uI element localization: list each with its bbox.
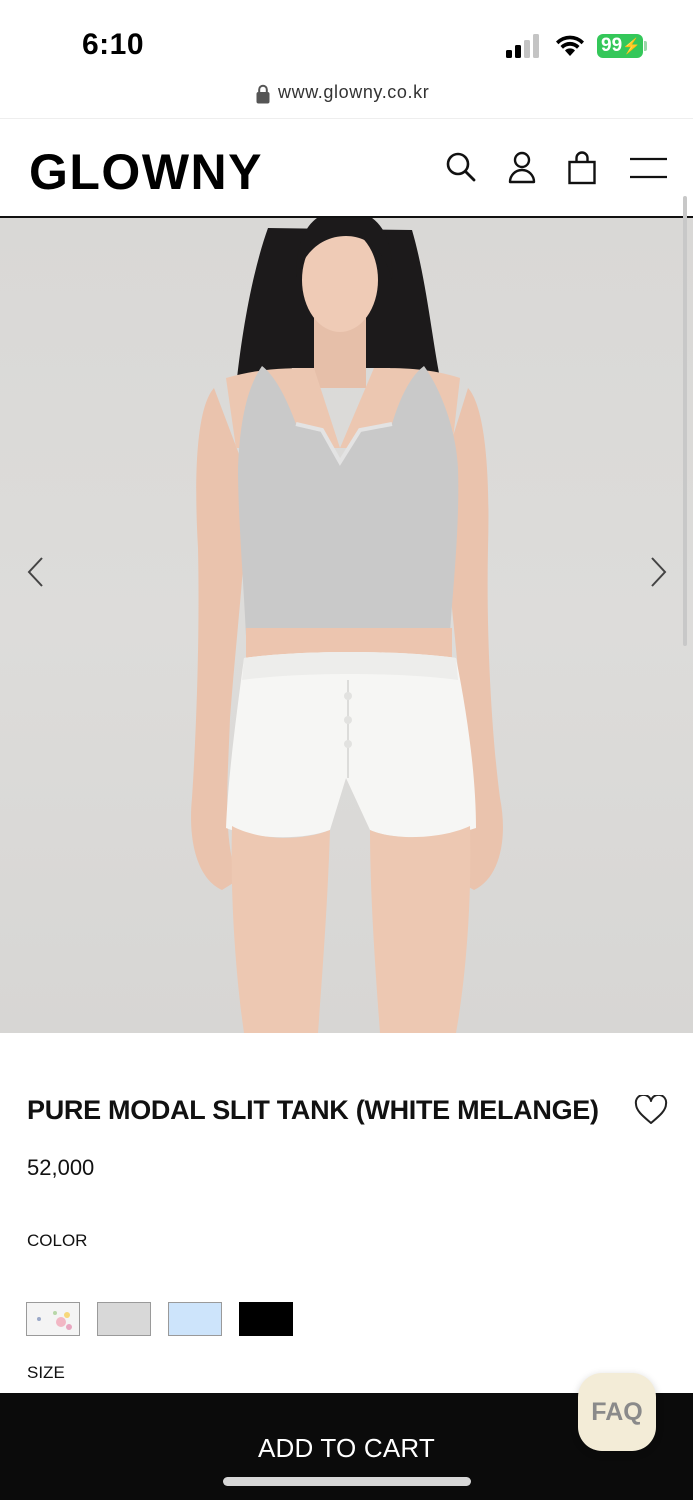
battery-level: 99 xyxy=(601,35,623,56)
chevron-left-icon[interactable] xyxy=(22,555,52,589)
color-label: COLOR xyxy=(27,1231,88,1250)
battery-indicator: 99⚡ xyxy=(597,34,643,58)
size-label: SIZE xyxy=(27,1363,65,1382)
site-header: GLOWNY xyxy=(0,118,693,218)
swatch-light-blue[interactable] xyxy=(168,1302,222,1336)
menu-icon[interactable] xyxy=(629,149,669,185)
home-indicator xyxy=(223,1477,471,1486)
battery-nub xyxy=(644,41,647,51)
status-bar: 6:10 99⚡ xyxy=(0,0,693,78)
chevron-right-icon[interactable] xyxy=(642,555,672,589)
product-image[interactable] xyxy=(0,218,693,1033)
status-time: 6:10 xyxy=(82,28,145,61)
search-icon[interactable] xyxy=(444,149,478,185)
product-price: 52,000 xyxy=(27,1155,95,1180)
lock-icon xyxy=(256,84,270,104)
swatch-grey[interactable] xyxy=(97,1302,151,1336)
page-scrollbar[interactable] xyxy=(683,196,687,646)
account-icon[interactable] xyxy=(505,149,539,185)
product-title: PURE MODAL SLIT TANK (WHITE MELANGE) xyxy=(27,1095,599,1125)
cellular-signal-icon xyxy=(506,34,542,58)
shopping-bag-icon[interactable] xyxy=(565,149,599,185)
site-logo[interactable]: GLOWNY xyxy=(29,143,263,201)
swatch-pattern[interactable] xyxy=(26,1302,80,1336)
swatch-black[interactable] xyxy=(239,1302,293,1336)
charging-bolt-icon: ⚡ xyxy=(622,38,641,55)
pattern-swatch-graphic xyxy=(37,1311,72,1330)
url-text[interactable]: www.glowny.co.kr xyxy=(278,82,429,103)
faq-button[interactable]: FAQ xyxy=(578,1373,656,1451)
model-photo xyxy=(191,218,503,1033)
wifi-icon xyxy=(556,35,584,56)
heart-icon[interactable] xyxy=(634,1095,668,1125)
